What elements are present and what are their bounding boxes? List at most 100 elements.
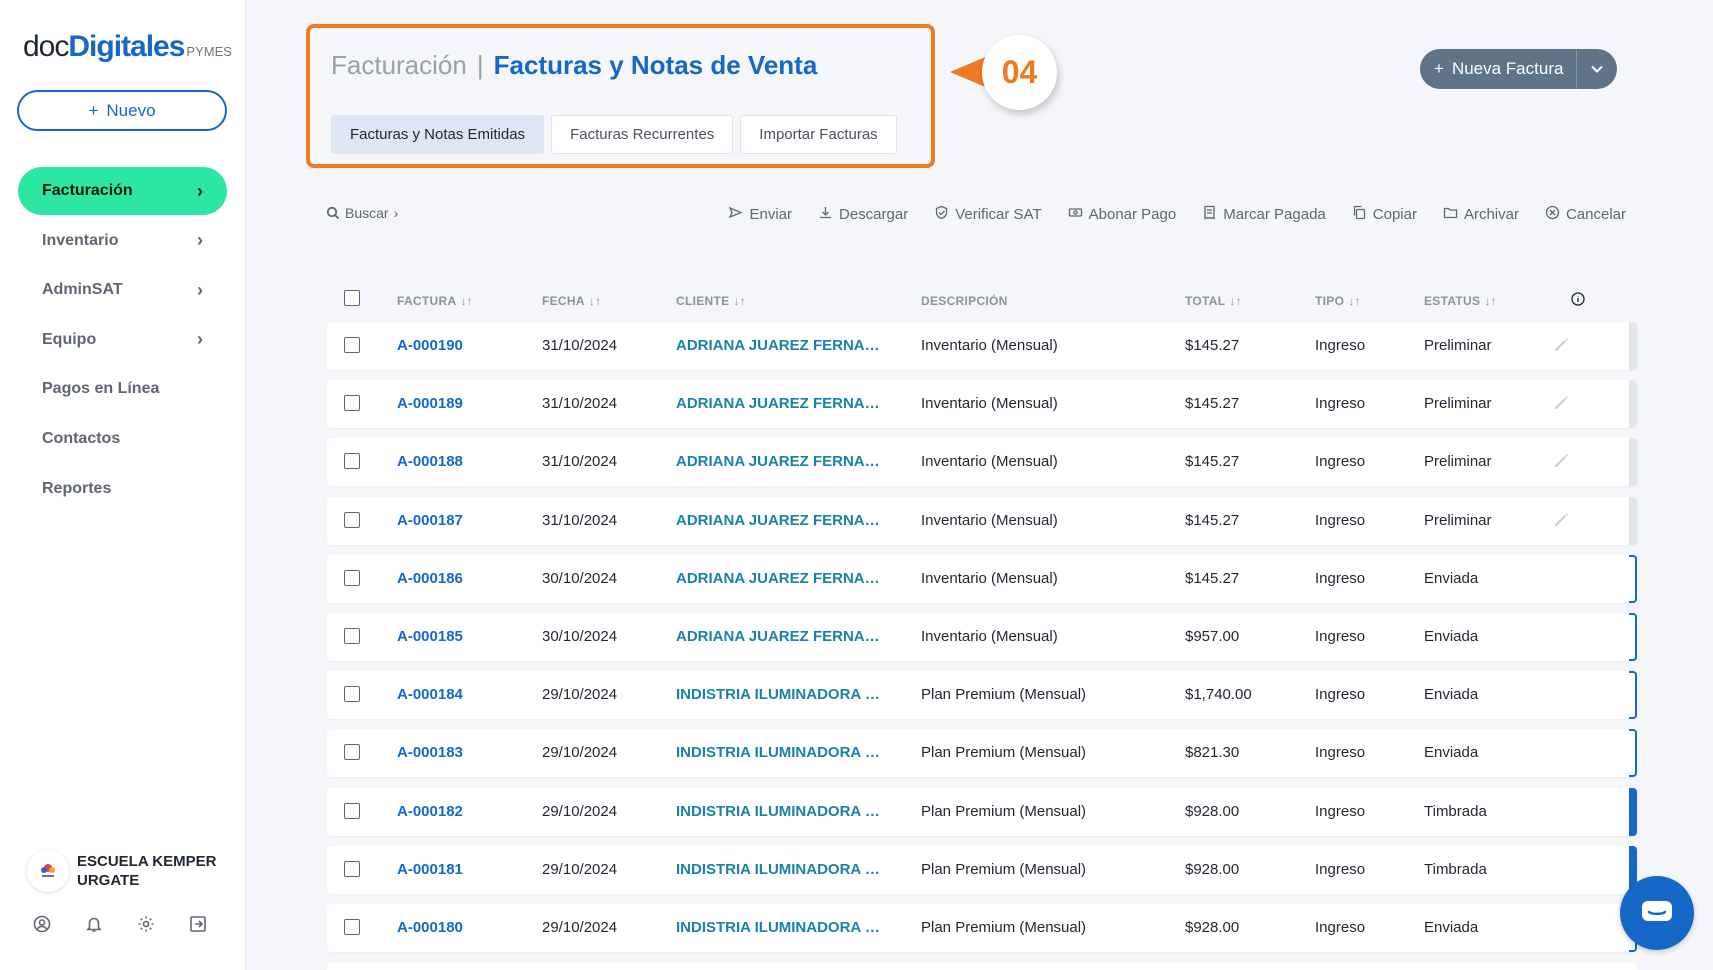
- pencil-edit-icon[interactable]: [1552, 511, 1570, 529]
- invoice-number-link[interactable]: A-000180: [397, 919, 463, 936]
- client-name-link[interactable]: INDISTRIA ILUMINADORA DE...: [676, 744, 886, 761]
- invoice-number-link[interactable]: A-000188: [397, 453, 463, 470]
- client-name-link[interactable]: ADRIANA JUAREZ FERNAND...: [676, 628, 886, 645]
- invoice-number-link[interactable]: A-000182: [397, 803, 463, 820]
- client-name-link[interactable]: ADRIANA JUAREZ FERNAND...: [676, 337, 886, 354]
- nuevo-button[interactable]: + Nuevo: [17, 90, 227, 131]
- table-row[interactable]: A-000187 31/10/2024 ADRIANA JUAREZ FERNAND…: [327, 496, 1637, 545]
- table-row[interactable]: A-000182 29/10/2024 INDISTRIA ILUMINADORA …: [327, 787, 1637, 836]
- table-row[interactable]: A-000181 29/10/2024 INDISTRIA ILUMINADORA …: [327, 845, 1637, 894]
- table-row[interactable]: A-000184 29/10/2024 INDISTRIA ILUMINADORA …: [327, 671, 1637, 720]
- sidebar-item-adminsat[interactable]: AdminSAT ›: [18, 266, 227, 314]
- client-name-link[interactable]: INDISTRIA ILUMINADORA DE...: [676, 803, 886, 820]
- search-label: Buscar: [345, 205, 389, 221]
- invoice-number-link[interactable]: A-000183: [397, 744, 463, 761]
- tab-facturas-recurrentes[interactable]: Facturas Recurrentes: [551, 115, 734, 154]
- invoice-number-link[interactable]: A-000190: [397, 337, 463, 354]
- row-checkbox[interactable]: [344, 918, 360, 935]
- invoice-type: Ingreso: [1315, 453, 1366, 471]
- invoice-total: $145.27: [1185, 511, 1240, 529]
- logout-icon[interactable]: [189, 915, 207, 933]
- sidebar-item-equipo[interactable]: Equipo ›: [18, 316, 227, 364]
- abonar-pago-button[interactable]: Abonar Pago: [1068, 205, 1176, 224]
- column-header-fecha[interactable]: FECHA ↓↑: [542, 294, 601, 308]
- row-checkbox[interactable]: [344, 860, 360, 877]
- avatar: [27, 850, 69, 892]
- chat-support-button[interactable]: [1620, 876, 1694, 950]
- search-button[interactable]: Buscar ›: [326, 205, 398, 221]
- table-row[interactable]: A-000185 30/10/2024 ADRIANA JUAREZ FERNAND…: [327, 612, 1637, 661]
- descargar-button[interactable]: Descargar: [818, 205, 908, 224]
- client-name-link[interactable]: ADRIANA JUAREZ FERNAND...: [676, 512, 886, 529]
- plus-icon: +: [1434, 59, 1444, 78]
- pencil-edit-icon[interactable]: [1552, 394, 1570, 412]
- row-checkbox[interactable]: [344, 744, 360, 761]
- nuevo-button-label: Nuevo: [106, 100, 156, 120]
- archivar-button[interactable]: Archivar: [1443, 205, 1519, 224]
- row-status-indicator: [1629, 671, 1637, 720]
- invoice-number-link[interactable]: A-000181: [397, 861, 463, 878]
- tab-facturas-y-notas-emitidas[interactable]: Facturas y Notas Emitidas: [331, 115, 545, 154]
- client-name-link[interactable]: ADRIANA JUAREZ FERNAND...: [676, 570, 886, 587]
- toolbar: Buscar › Enviar Descargar Verificar SAT Abo…: [326, 205, 1626, 229]
- invoice-number-link[interactable]: A-000187: [397, 512, 463, 529]
- sidebar-item-pagos-en-línea[interactable]: Pagos en Línea: [18, 365, 227, 413]
- invoice-description: Inventario (Mensual): [921, 569, 1058, 587]
- nueva-factura-button[interactable]: + Nueva Factura: [1420, 49, 1576, 89]
- row-checkbox[interactable]: [344, 337, 360, 353]
- verificar-sat-button[interactable]: Verificar SAT: [934, 205, 1042, 224]
- row-checkbox[interactable]: [344, 627, 360, 644]
- user-circle-icon[interactable]: [33, 915, 51, 933]
- column-label: DESCRIPCIÓN: [921, 294, 1008, 308]
- enviar-button[interactable]: Enviar: [728, 205, 792, 224]
- row-checkbox[interactable]: [344, 453, 360, 470]
- client-name-link[interactable]: INDISTRIA ILUMINADORA DE...: [676, 919, 886, 936]
- invoice-total: $821.30: [1185, 744, 1240, 762]
- row-checkbox[interactable]: [344, 511, 360, 528]
- breadcrumb-section[interactable]: Facturación: [331, 50, 467, 81]
- invoice-type: Ingreso: [1315, 802, 1366, 820]
- pencil-edit-icon[interactable]: [1552, 336, 1570, 354]
- organization-info[interactable]: ESCUELA KEMPER URGATE: [27, 850, 227, 892]
- gear-icon[interactable]: [137, 915, 155, 933]
- pencil-edit-icon[interactable]: [1552, 452, 1570, 470]
- select-all-checkbox[interactable]: [344, 290, 360, 306]
- cancelar-button[interactable]: Cancelar: [1545, 205, 1626, 224]
- table-row[interactable]: A-000188 31/10/2024 ADRIANA JUAREZ FERNAND…: [327, 438, 1637, 487]
- sidebar-item-reportes[interactable]: Reportes: [18, 465, 227, 513]
- table-row[interactable]: A-000189 31/10/2024 ADRIANA JUAREZ FERNAND…: [327, 380, 1637, 429]
- table-row[interactable]: A-000190 31/10/2024 ADRIANA JUAREZ FERNAND…: [327, 322, 1637, 370]
- nueva-factura-dropdown-button[interactable]: [1576, 49, 1617, 89]
- info-icon[interactable]: [1571, 292, 1585, 306]
- table-row[interactable]: A-000180 29/10/2024 INDISTRIA ILUMINADORA …: [327, 903, 1637, 952]
- invoice-number-link[interactable]: A-000189: [397, 395, 463, 412]
- tab-importar-facturas[interactable]: Importar Facturas: [740, 115, 897, 154]
- column-header-factura[interactable]: FACTURA ↓↑: [397, 294, 473, 308]
- column-header-total[interactable]: TOTAL ↓↑: [1185, 294, 1242, 308]
- bell-icon[interactable]: [85, 915, 103, 933]
- table-row[interactable]: A-000183 29/10/2024 INDISTRIA ILUMINADORA …: [327, 729, 1637, 778]
- column-header-tipo[interactable]: TIPO ↓↑: [1315, 294, 1361, 308]
- row-checkbox[interactable]: [344, 395, 360, 412]
- invoice-number-link[interactable]: A-000184: [397, 686, 463, 703]
- row-checkbox[interactable]: [344, 569, 360, 586]
- step-callout: 04: [950, 35, 1072, 113]
- table-row[interactable]: A-000186 30/10/2024 ADRIANA JUAREZ FERNAND…: [327, 554, 1637, 603]
- app-logo[interactable]: doc Digitales PYMES: [23, 30, 232, 70]
- client-name-link[interactable]: ADRIANA JUAREZ FERNAND...: [676, 453, 886, 470]
- row-checkbox[interactable]: [344, 686, 360, 703]
- sidebar-item-inventario[interactable]: Inventario ›: [18, 217, 227, 265]
- invoice-date: 31/10/2024: [542, 511, 618, 529]
- column-header-cliente[interactable]: CLIENTE ↓↑: [676, 294, 746, 308]
- invoice-number-link[interactable]: A-000185: [397, 628, 463, 645]
- row-checkbox[interactable]: [344, 802, 360, 819]
- copiar-button[interactable]: Copiar: [1352, 205, 1417, 224]
- column-header-estatus[interactable]: ESTATUS ↓↑: [1424, 294, 1497, 308]
- invoice-number-link[interactable]: A-000186: [397, 570, 463, 587]
- client-name-link[interactable]: INDISTRIA ILUMINADORA DE...: [676, 861, 886, 878]
- client-name-link[interactable]: INDISTRIA ILUMINADORA DE...: [676, 686, 886, 703]
- marcar-pagada-button[interactable]: Marcar Pagada: [1202, 205, 1326, 224]
- client-name-link[interactable]: ADRIANA JUAREZ FERNAND...: [676, 395, 886, 412]
- sidebar-item-facturación[interactable]: Facturación ›: [18, 167, 227, 215]
- sidebar-item-contactos[interactable]: Contactos: [18, 415, 227, 463]
